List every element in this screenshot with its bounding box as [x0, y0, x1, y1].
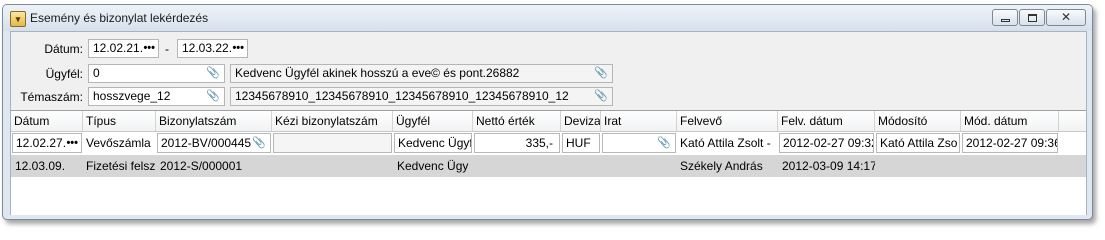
- client-name-field[interactable]: Kedvenc Ügyfél akinek hosszú a eve© és p…: [230, 64, 613, 83]
- cell-netto-ertek[interactable]: 335,-: [474, 133, 560, 153]
- paperclip-icon[interactable]: 📎: [252, 134, 266, 152]
- topic-code-field[interactable]: hosszvege_12 📎: [88, 87, 225, 106]
- cell-irat: [602, 155, 677, 177]
- cell-deviza: [562, 155, 601, 177]
- column-header-felvevo[interactable]: Felvevő: [677, 111, 778, 131]
- query-window: ▾ Esemény és bizonylat lekérdezés ✕ Dátu…: [2, 4, 1093, 220]
- column-header-deviza[interactable]: Deviza: [561, 111, 601, 131]
- column-header-ugyfel[interactable]: Ügyfél: [393, 111, 473, 131]
- close-icon: ✕: [1060, 10, 1072, 24]
- date-from-value: 12.02.21.: [93, 41, 144, 55]
- cell-tipus: Vevőszámla: [86, 136, 151, 150]
- topic-name-field[interactable]: 12345678910_12345678910_12345678910_1234…: [230, 87, 613, 106]
- cell-datum[interactable]: 12.02.27. •••: [12, 133, 82, 153]
- cell-datum: 12.03.09.: [15, 159, 66, 173]
- minimize-icon: [1001, 19, 1010, 22]
- column-header-felv-datum[interactable]: Felv. dátum: [778, 111, 875, 131]
- paperclip-icon[interactable]: 📎: [594, 88, 608, 105]
- cell-ugyfel: Kedvenc Ügy: [397, 159, 469, 173]
- maximize-button[interactable]: [1019, 9, 1045, 26]
- cell-mod-datum: [962, 155, 1059, 177]
- column-header-kezi-bizonylatszam[interactable]: Kézi bizonylatszám: [272, 111, 393, 131]
- date-to-picker-button[interactable]: •••: [232, 40, 244, 57]
- topic-label: Témaszám:: [20, 90, 83, 104]
- topic-name-value: 12345678910_12345678910_12345678910_1234…: [235, 89, 569, 103]
- cell-bizonylatszam-value: 2012-BV/000445: [161, 136, 252, 150]
- cell-datum-value: 12.02.27.: [16, 136, 67, 150]
- cell-bizonylatszam: 2012-S/000001: [160, 159, 243, 173]
- client-id-field[interactable]: 0 📎: [88, 64, 225, 83]
- column-header-netto-ertek[interactable]: Nettó érték: [473, 111, 561, 131]
- paperclip-icon[interactable]: 📎: [206, 88, 220, 105]
- cell-kezi-bizonylatszam[interactable]: [273, 133, 392, 153]
- cell-deviza[interactable]: HUF: [562, 133, 600, 153]
- title-bar[interactable]: ▾ Esemény és bizonylat lekérdezés ✕: [3, 5, 1092, 31]
- cell-felvevo: Székely András: [680, 159, 763, 173]
- cell-tipus: Fizetési felsz: [86, 159, 156, 173]
- paperclip-icon[interactable]: 📎: [594, 65, 608, 82]
- column-header-bizonylatszam[interactable]: Bizonylatszám: [156, 111, 272, 131]
- client-id-value: 0: [93, 66, 100, 80]
- minimize-button[interactable]: [992, 9, 1018, 26]
- window-controls: ✕: [992, 9, 1086, 26]
- cell-felv-datum: 2012-03-09 14:17: [782, 159, 875, 173]
- column-header-irat[interactable]: Irat: [601, 111, 677, 131]
- column-header-mod-datum[interactable]: Mód. dátum: [961, 111, 1059, 131]
- close-button[interactable]: ✕: [1046, 9, 1086, 26]
- topic-code-value: hosszvege_12: [93, 89, 171, 103]
- maximize-icon: [1028, 14, 1037, 22]
- results-grid: Dátum Típus Bizonylatszám Kézi bizonylat…: [11, 110, 1086, 215]
- cell-netto-ertek: [474, 155, 561, 177]
- grid-header: Dátum Típus Bizonylatszám Kézi bizonylat…: [11, 111, 1086, 132]
- client-label: Ügyfél:: [45, 67, 83, 81]
- date-to-field[interactable]: 12.03.22. •••: [177, 39, 248, 58]
- cell-felv-datum[interactable]: 2012-02-27 09:32: [779, 133, 874, 153]
- cell-ugyfel[interactable]: Kedvenc Ügyf: [394, 133, 472, 153]
- table-row[interactable]: 12.02.27. ••• Vevőszámla 2012-BV/000445 …: [11, 132, 1086, 154]
- window-title: Esemény és bizonylat lekérdezés: [30, 11, 209, 25]
- date-label: Dátum:: [44, 42, 83, 56]
- date-picker-button[interactable]: •••: [66, 134, 78, 152]
- folder-app-icon: ▾: [10, 11, 26, 27]
- column-header-tipus[interactable]: Típus: [83, 111, 156, 131]
- column-header-datum[interactable]: Dátum: [11, 111, 83, 131]
- date-range-separator: -: [165, 42, 169, 56]
- client-name-value: Kedvenc Ügyfél akinek hosszú a eve© és p…: [235, 66, 520, 80]
- paperclip-icon[interactable]: 📎: [206, 65, 220, 82]
- cell-felvevo: Kató Attila Zsolt -: [680, 136, 771, 150]
- date-from-field[interactable]: 12.02.21. •••: [88, 39, 159, 58]
- cell-modosito[interactable]: Kató Attila Zso: [876, 133, 960, 153]
- date-from-picker-button[interactable]: •••: [143, 40, 155, 57]
- cell-irat[interactable]: 📎: [602, 133, 676, 153]
- table-row[interactable]: 12.03.09. Fizetési felsz 2012-S/000001 K…: [11, 155, 1086, 177]
- date-to-value: 12.03.22.: [182, 41, 233, 55]
- content-area: Dátum: 12.02.21. ••• - 12.03.22. ••• Ügy…: [10, 31, 1087, 215]
- paperclip-icon[interactable]: 📎: [657, 134, 671, 152]
- cell-kezi-bizonylatszam: [273, 155, 393, 177]
- cell-mod-datum[interactable]: 2012-02-27 09:36:: [962, 133, 1058, 153]
- column-header-modosito[interactable]: Módosító: [875, 111, 961, 131]
- cell-modosito: [876, 155, 961, 177]
- filter-panel: Dátum: 12.02.21. ••• - 12.03.22. ••• Ügy…: [11, 32, 1086, 110]
- cell-bizonylatszam[interactable]: 2012-BV/000445 📎: [157, 133, 271, 153]
